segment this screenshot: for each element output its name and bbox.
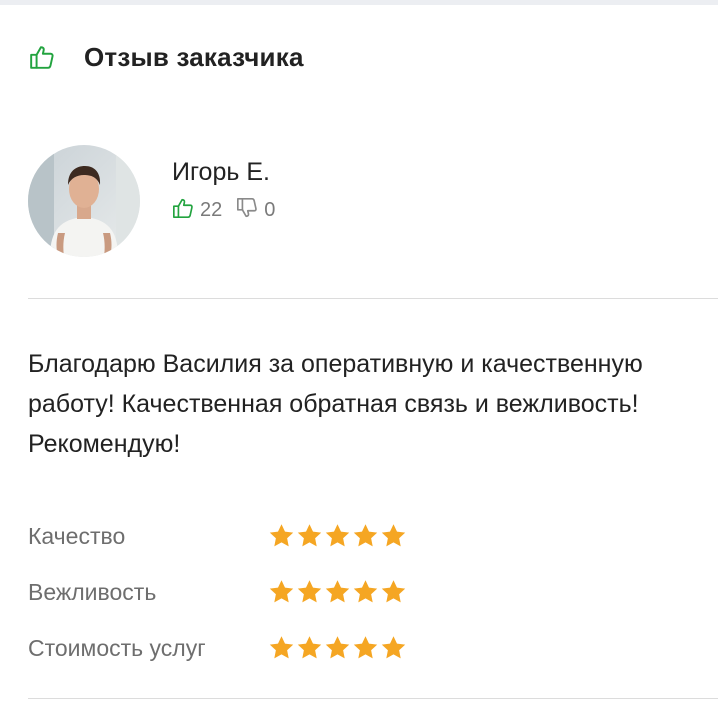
- star-icon: [325, 524, 350, 547]
- thumbs-up-icon: [172, 197, 200, 225]
- star-icon: [325, 580, 350, 603]
- star-icon: [269, 580, 294, 603]
- rating-row-politeness: Вежливость: [28, 564, 408, 620]
- top-separator-bar: [0, 0, 718, 5]
- thumbs-up-icon: [28, 43, 56, 71]
- review-header: Отзыв заказчика: [28, 40, 304, 74]
- page-title: Отзыв заказчика: [84, 41, 304, 72]
- like-count: 22: [200, 199, 223, 221]
- star-icon: [297, 524, 322, 547]
- like-button[interactable]: 22: [172, 197, 222, 225]
- star-rating: [268, 579, 408, 605]
- reviewer-name[interactable]: Игорь Е.: [172, 158, 275, 187]
- divider: [28, 698, 718, 699]
- rating-label: Стоимость услуг: [28, 634, 206, 661]
- star-icon: [381, 524, 406, 547]
- star-icon: [353, 524, 378, 547]
- star-icon: [297, 580, 322, 603]
- star-icon: [381, 580, 406, 603]
- divider: [28, 298, 718, 299]
- avatar[interactable]: [28, 145, 140, 257]
- star-icon: [353, 636, 378, 659]
- rating-label: Качество: [28, 522, 126, 549]
- star-rating: [268, 523, 408, 549]
- star-icon: [353, 580, 378, 603]
- dislike-button[interactable]: 0: [236, 197, 275, 225]
- rating-label: Вежливость: [28, 578, 157, 605]
- star-icon: [297, 636, 322, 659]
- vote-counters: 22 0: [172, 197, 275, 225]
- star-icon: [269, 524, 294, 547]
- dislike-count: 0: [264, 199, 276, 221]
- rating-row-price: Стоимость услуг: [28, 620, 408, 676]
- star-rating: [268, 635, 408, 661]
- star-icon: [325, 636, 350, 659]
- reviewer-info: Игорь Е. 22 0: [172, 158, 275, 225]
- star-icon: [381, 636, 406, 659]
- ratings-list: Качество Вежливость Стоимость услуг: [28, 508, 408, 676]
- reviewer-block: Игорь Е. 22 0: [28, 145, 275, 257]
- review-text: Благодарю Василия за оперативную и качес…: [28, 350, 643, 458]
- rating-row-quality: Качество: [28, 508, 408, 564]
- star-icon: [269, 636, 294, 659]
- thumbs-down-icon: [236, 197, 264, 225]
